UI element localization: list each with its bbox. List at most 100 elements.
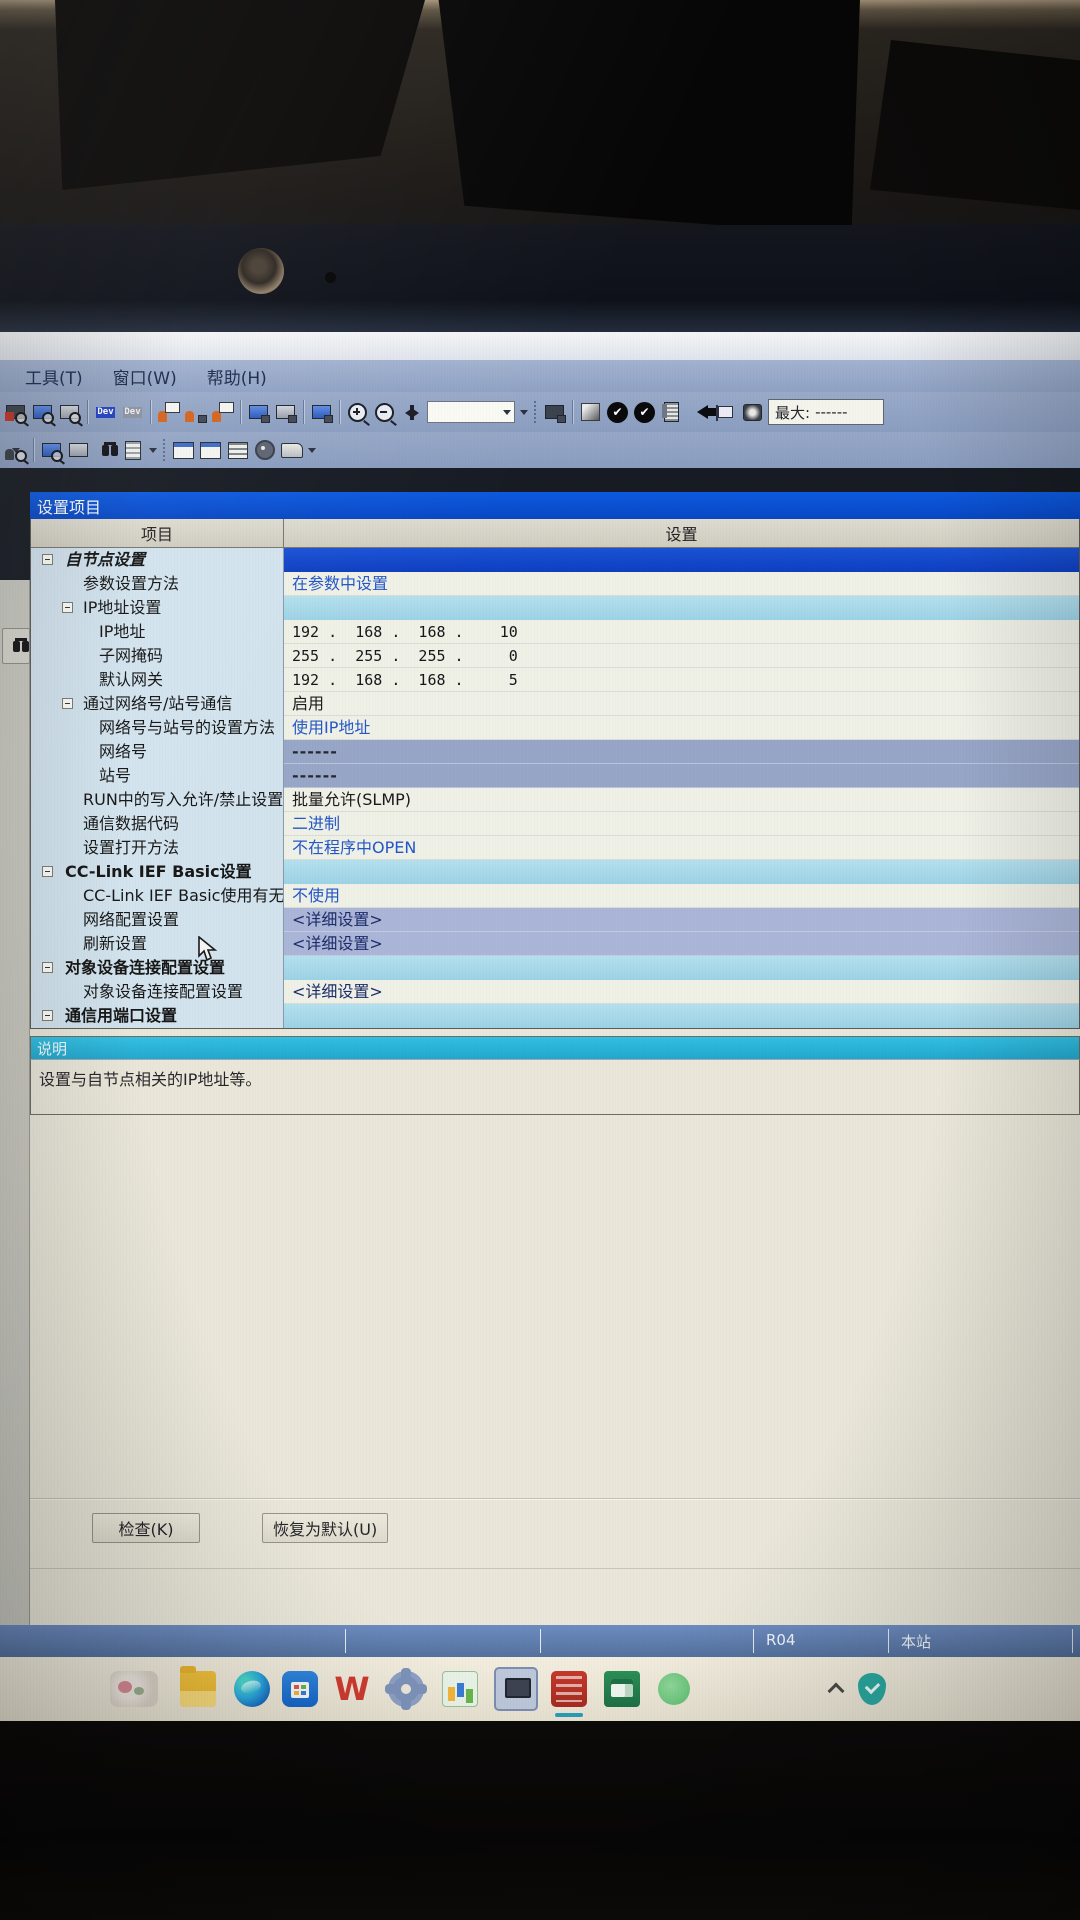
setting-value-cell[interactable]: 二进制 <box>284 812 1079 836</box>
document-icon[interactable] <box>119 437 146 463</box>
collapse-icon[interactable] <box>42 1010 53 1021</box>
comment-display-icon[interactable] <box>155 399 182 425</box>
tray-chevron-up-icon[interactable] <box>830 1681 844 1695</box>
fit-width-icon[interactable] <box>398 399 425 425</box>
tree-item-default-gateway[interactable]: 默认网关 <box>31 668 284 692</box>
tree-item-network-station-method[interactable]: 网络号与站号的设置方法 <box>31 716 284 740</box>
word-comment-icon[interactable] <box>170 437 197 463</box>
binoculars-find-icon[interactable] <box>92 437 119 463</box>
tree-item-network-no[interactable]: 网络号 <box>31 740 284 764</box>
statement-display-icon[interactable] <box>209 399 236 425</box>
tree-item-open-method[interactable]: 设置打开方法 <box>31 836 284 860</box>
menu-tools[interactable]: 工具(T) <box>25 364 83 389</box>
library-stack-icon[interactable] <box>278 437 305 463</box>
watch-window-icon[interactable] <box>308 399 335 425</box>
setting-value-cell[interactable]: 192 . 168 . 168 . 5 <box>284 668 1079 692</box>
tree-item-ip-address[interactable]: IP地址 <box>31 620 284 644</box>
parameter-check-icon[interactable]: ✔ <box>631 399 658 425</box>
tree-item-subnet-mask[interactable]: 子网掩码 <box>31 644 284 668</box>
weather-widget[interactable] <box>110 1671 158 1707</box>
module-config-icon[interactable] <box>65 437 92 463</box>
setting-value-cell[interactable]: 使用IP地址 <box>284 716 1079 740</box>
menu-window[interactable]: 窗口(W) <box>113 364 177 389</box>
tree-item-ip-settings[interactable]: IP地址设置 <box>31 596 284 620</box>
find-device-icon[interactable] <box>2 437 29 463</box>
monitor-stop-icon[interactable] <box>272 399 299 425</box>
menu-help[interactable]: 帮助(H) <box>207 364 267 389</box>
collapse-icon[interactable] <box>62 602 73 613</box>
green-app-icon[interactable] <box>604 1671 640 1707</box>
find-in-project-icon[interactable] <box>2 399 29 425</box>
setting-value-cell[interactable] <box>284 956 1079 980</box>
gradient-square-icon[interactable] <box>577 399 604 425</box>
flag-icon[interactable] <box>712 399 739 425</box>
zoom-level-combobox[interactable] <box>427 401 515 423</box>
collapse-icon[interactable] <box>42 962 53 973</box>
screen-find-icon[interactable] <box>38 437 65 463</box>
settings-gear-icon[interactable] <box>388 1671 424 1707</box>
toolbar-overflow-button[interactable] <box>146 438 160 462</box>
microsoft-store-icon[interactable] <box>282 1671 318 1707</box>
toolbar-drag-handle[interactable] <box>163 439 165 461</box>
collapse-icon[interactable] <box>42 866 53 877</box>
chart-app-icon[interactable] <box>442 1671 478 1707</box>
setting-value-cell[interactable] <box>284 548 1079 572</box>
tree-item-run-write[interactable]: RUN中的写入允许/禁止设置 <box>31 788 284 812</box>
zoom-in-icon[interactable] <box>344 399 371 425</box>
config-tools-icon[interactable] <box>251 437 278 463</box>
edge-browser-icon[interactable] <box>234 1671 270 1707</box>
detail-setting-link[interactable]: <详细设置> <box>292 982 383 1001</box>
setting-value-cell[interactable] <box>284 1004 1079 1028</box>
wps-office-icon[interactable]: W <box>334 1671 370 1707</box>
device-display-off-icon[interactable]: Dev <box>119 399 146 425</box>
setting-value-cell[interactable]: 不在程序中OPEN <box>284 836 1079 860</box>
setting-value-cell[interactable]: <详细设置> <box>284 932 1079 956</box>
label-window-icon[interactable] <box>197 437 224 463</box>
online-monitor-icon[interactable] <box>541 399 568 425</box>
cross-reference-icon[interactable] <box>29 399 56 425</box>
tree-item-comm-data-code[interactable]: 通信数据代码 <box>31 812 284 836</box>
tree-item-network-config[interactable]: 网络配置设置 <box>31 908 284 932</box>
tree-item-target-device-config[interactable]: 对象设备连接配置设置 <box>31 956 284 980</box>
collapse-icon[interactable] <box>62 698 73 709</box>
gx-works-active-app-icon[interactable] <box>494 1667 538 1711</box>
device-display-icon[interactable]: Dev <box>92 399 119 425</box>
security-shield-icon[interactable] <box>858 1673 886 1705</box>
red-office-app-icon[interactable] <box>551 1671 587 1707</box>
tree-item-cclink-use[interactable]: CC-Link IEF Basic使用有无 <box>31 884 284 908</box>
tree-item-network-no-comm[interactable]: 通过网络号/站号通信 <box>31 692 284 716</box>
tree-item-cclink-settings[interactable]: CC-Link IEF Basic设置 <box>31 860 284 884</box>
setting-value-cell[interactable] <box>284 860 1079 884</box>
setting-value-cell[interactable] <box>284 596 1079 620</box>
tree-item-target-device-config-child[interactable]: 对象设备连接配置设置 <box>31 980 284 1004</box>
tree-item-param-method[interactable]: 参数设置方法 <box>31 572 284 596</box>
tree-item-own-node[interactable]: 自节点设置 <box>31 548 284 572</box>
zoom-out-icon[interactable] <box>371 399 398 425</box>
device-find-icon[interactable] <box>56 399 83 425</box>
setting-value-cell[interactable]: <详细设置> <box>284 908 1079 932</box>
tree-item-refresh-settings[interactable]: 刷新设置 <box>31 932 284 956</box>
collapse-icon[interactable] <box>42 554 53 565</box>
device-memory-icon[interactable] <box>658 399 685 425</box>
monitor-mode-icon[interactable] <box>245 399 272 425</box>
wechat-icon[interactable] <box>658 1673 690 1705</box>
detail-setting-link[interactable]: <详细设置> <box>292 910 383 929</box>
setting-value-cell[interactable]: 不使用 <box>284 884 1079 908</box>
restore-default-button[interactable]: 恢复为默认(U) <box>262 1513 388 1543</box>
snapshot-settings-icon[interactable] <box>739 399 766 425</box>
setting-value-cell[interactable]: 在参数中设置 <box>284 572 1079 596</box>
setting-value-cell[interactable]: 批量允许(SLMP) <box>284 788 1079 812</box>
toolbar-overflow-button[interactable] <box>305 438 319 462</box>
tree-item-comm-port-settings[interactable]: 通信用端口设置 <box>31 1004 284 1028</box>
check-button[interactable]: 检查(K) <box>92 1513 200 1543</box>
tree-item-station-no[interactable]: 站号 <box>31 764 284 788</box>
setting-value-cell[interactable]: 255 . 255 . 255 . 0 <box>284 644 1079 668</box>
find-replace-button[interactable] <box>2 628 30 664</box>
setting-value-cell[interactable]: 192 . 168 . 168 . 10 <box>284 620 1079 644</box>
setting-value-cell[interactable]: 启用 <box>284 692 1079 716</box>
toolbar-drag-handle[interactable] <box>534 401 536 423</box>
file-explorer-icon[interactable] <box>180 1671 216 1707</box>
setting-value-cell[interactable]: <详细设置> <box>284 980 1079 1004</box>
list-view-icon[interactable] <box>224 437 251 463</box>
detail-setting-link[interactable]: <详细设置> <box>292 934 383 953</box>
